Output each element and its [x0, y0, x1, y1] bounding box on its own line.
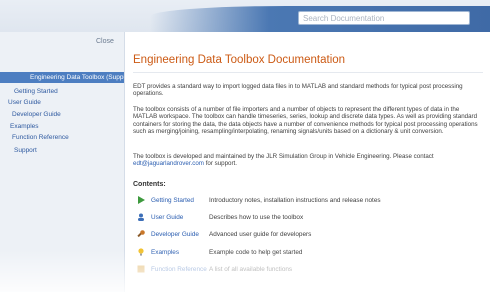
contents-desc: Introductory notes, installation instruc… [209, 197, 381, 204]
contents-desc: Example code to help get started [209, 249, 303, 256]
close-button[interactable]: Close [96, 38, 114, 45]
title-divider [133, 72, 483, 73]
contents-link[interactable]: Getting Started [151, 197, 194, 204]
sidebar-item-selected[interactable]: Engineering Data Toolbox (Supplemental [0, 72, 124, 83]
contents-row-getting-started[interactable]: Getting Started Introductory notes, inst… [133, 195, 473, 209]
contents-link[interactable]: Examples [151, 249, 179, 256]
contents-link[interactable]: Function Reference [151, 266, 207, 273]
contents-desc: Advanced user guide for developers [209, 231, 312, 238]
contact-email-link[interactable]: edt@jaguarlandrover.com [133, 160, 204, 167]
contents-row-user-guide[interactable]: User Guide Describes how to use the tool… [133, 212, 473, 226]
page-title: Engineering Data Toolbox Documentation [133, 54, 346, 66]
wrench-icon [137, 230, 145, 238]
contents-row-function-reference[interactable]: Function Reference A list of all availab… [133, 264, 473, 278]
sidebar-item-user-guide[interactable]: User Guide [8, 99, 41, 106]
sidebar-item-support[interactable]: Support [14, 147, 37, 154]
contents-desc: Describes how to use the toolbox [209, 214, 304, 221]
contents-row-developer-guide[interactable]: Developer Guide Advanced user guide for … [133, 229, 473, 243]
description-paragraph: The toolbox consists of a number of file… [133, 106, 478, 136]
contact-tail: for support. [205, 160, 237, 168]
sidebar-item-developer-guide[interactable]: Developer Guide [12, 111, 61, 118]
sidebar-item-examples[interactable]: Examples [10, 123, 39, 130]
bulb-icon [137, 248, 145, 256]
contents-link[interactable]: Developer Guide [151, 231, 199, 238]
contents-link[interactable]: User Guide [151, 214, 183, 221]
search-input[interactable]: Search Documentation [298, 11, 470, 25]
intro-paragraph: EDT provides a standard way to import lo… [133, 83, 463, 98]
contact-text: The toolbox is developed and maintained … [133, 153, 434, 160]
sidebar-item-getting-started[interactable]: Getting Started [14, 88, 58, 95]
contents-heading: Contents: [133, 181, 166, 188]
sidebar-item-function-reference[interactable]: Function Reference [12, 134, 69, 141]
contents-row-examples[interactable]: Examples Example code to help get starte… [133, 247, 473, 261]
contact-paragraph: The toolbox is developed and maintained … [133, 153, 483, 168]
top-bar: Search Documentation [0, 0, 490, 32]
user-icon [137, 213, 145, 221]
function-icon [137, 265, 145, 273]
contents-desc: A list of all available functions [209, 266, 293, 273]
sidebar [0, 32, 125, 292]
play-icon [137, 196, 145, 204]
